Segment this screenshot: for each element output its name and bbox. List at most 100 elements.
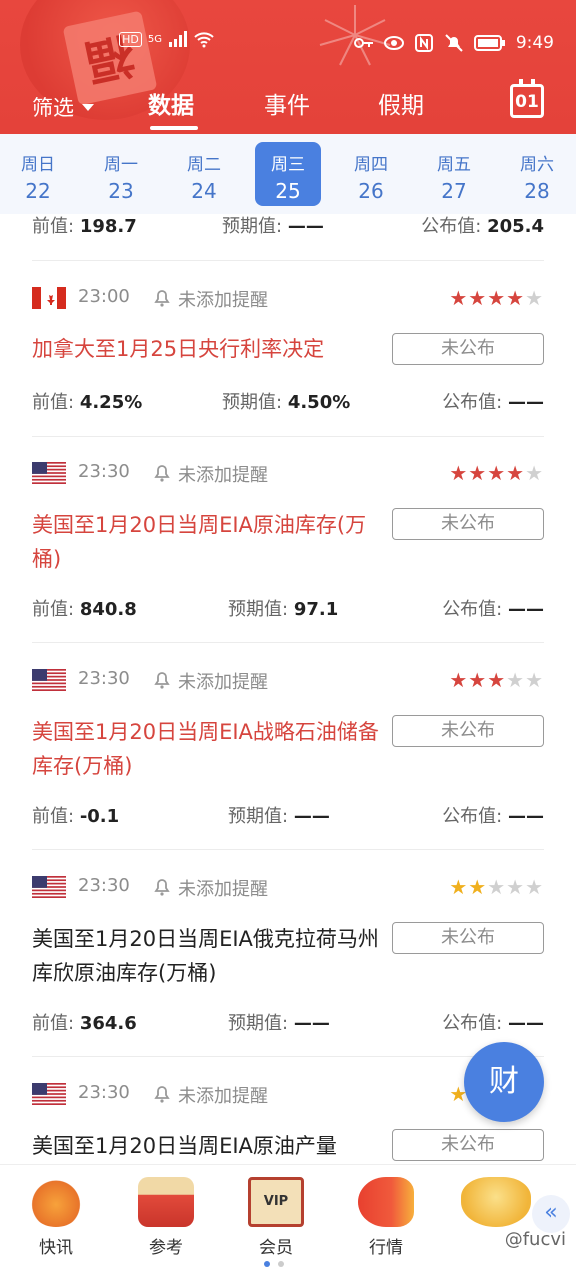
expected-value: —— [293, 1013, 330, 1034]
unpublished-button[interactable]: 未公布 [392, 1129, 544, 1161]
unpublished-button[interactable]: 未公布 [392, 715, 544, 747]
star-icon: ★ [525, 461, 544, 485]
bottom-nav-more[interactable] [456, 1177, 536, 1233]
star-icon: ★ [468, 668, 488, 692]
reminder-label[interactable]: 未添加提醒 [178, 1082, 268, 1108]
published-value: —— [508, 806, 544, 827]
prev-value: -0.1 [79, 806, 120, 827]
gold-ingot-icon [461, 1177, 531, 1227]
star-icon: ★ [449, 668, 469, 692]
expected-value: 4.50% [287, 392, 351, 413]
values-row: 前值: 840.8 预期值: 97.1 公布值: —— [32, 595, 544, 620]
bottom-nav-label: 行情 [369, 1238, 403, 1258]
top-nav: 筛选 数据 事件 假期 01 [0, 79, 576, 130]
prev-label: 前值: [32, 1013, 75, 1034]
status-time: 9:49 [515, 33, 554, 53]
weekday-label: 周四 [354, 155, 388, 175]
tiger-icon [28, 1177, 84, 1227]
prev-label: 前值: [32, 806, 75, 827]
bell-icon[interactable] [152, 1082, 172, 1104]
published-label: 公布值: [442, 599, 503, 620]
event-list[interactable]: 前值: 198.7 预期值: —— 公布值: 205.4 23:00 未添加提醒… [0, 214, 576, 1164]
event-meta: 23:30 未添加提醒 ★★★★★ [32, 873, 544, 901]
event-meta: 23:00 未添加提醒 ★★★★★ [32, 284, 544, 312]
day-sat[interactable]: 周六 28 [504, 142, 570, 206]
star-icon: ★ [449, 875, 469, 899]
nfc-icon [414, 34, 433, 52]
us-flag-icon [32, 1083, 66, 1105]
filter-button[interactable]: 筛选 [32, 92, 94, 122]
bell-icon[interactable] [152, 875, 172, 897]
page-indicator [264, 1261, 284, 1267]
event-title[interactable]: 美国至1月20日当周EIA战略石油储备库存(万桶) [32, 715, 382, 783]
star-icon: ★ [487, 461, 507, 485]
weekday-label: 周一 [104, 155, 138, 175]
star-icon: ★ [487, 875, 507, 899]
active-tab-indicator [150, 126, 198, 130]
watermark-text: @fucvi [504, 1229, 566, 1250]
bell-icon[interactable] [152, 668, 172, 690]
event-time: 23:30 [78, 461, 130, 482]
reminder-label[interactable]: 未添加提醒 [178, 668, 268, 694]
date-label: 28 [524, 179, 550, 203]
bottom-nav-reference[interactable]: 参考 [126, 1177, 206, 1258]
event-title[interactable]: 美国至1月20日当周EIA俄克拉荷马州库欣原油库存(万桶) [32, 922, 382, 990]
divider [32, 260, 544, 261]
bell-icon[interactable] [152, 461, 172, 483]
day-fri[interactable]: 周五 27 [421, 142, 487, 206]
tab-data[interactable]: 数据 [148, 86, 194, 120]
published-label: 公布值: [442, 1013, 503, 1034]
importance-stars: ★★★★★ [449, 461, 544, 485]
mute-bell-icon [445, 34, 463, 52]
bottom-nav-member[interactable]: VIP 会员 [236, 1177, 316, 1258]
tab-events[interactable]: 事件 [264, 86, 310, 120]
bottom-nav-market[interactable]: 行情 [346, 1177, 426, 1258]
published-value: —— [508, 599, 544, 620]
unpublished-button[interactable]: 未公布 [392, 333, 544, 365]
published-label: 公布值: [442, 392, 503, 413]
event-meta: 23:30 未添加提醒 ★★★★★ [32, 666, 544, 694]
event-time: 23:30 [78, 668, 130, 689]
hd-badge: HD [119, 31, 142, 47]
day-thu[interactable]: 周四 26 [338, 142, 404, 206]
bottom-nav-news[interactable]: 快讯 [16, 1177, 96, 1258]
star-icon: ★ [487, 668, 507, 692]
unpublished-button[interactable]: 未公布 [392, 508, 544, 540]
finance-fab-button[interactable]: 财 [464, 1042, 544, 1122]
reminder-label[interactable]: 未添加提醒 [178, 461, 268, 487]
event-title[interactable]: 美国至1月20日当周EIA原油库存(万桶) [32, 508, 382, 576]
divider [32, 436, 544, 437]
collapse-icon[interactable]: « [532, 1195, 570, 1233]
reminder-label[interactable]: 未添加提醒 [178, 286, 268, 312]
expected-value: 预期值: —— [222, 216, 324, 237]
day-sun[interactable]: 周日 22 [5, 142, 71, 206]
bell-icon[interactable] [152, 286, 172, 308]
key-icon [353, 38, 373, 48]
bottom-nav-label: 参考 [149, 1238, 183, 1258]
expected-value: —— [293, 806, 330, 827]
network-5g-label: 5G [147, 33, 162, 45]
calendar-icon[interactable]: 01 [510, 79, 544, 118]
day-tue[interactable]: 周二 24 [171, 142, 237, 206]
star-icon: ★ [506, 461, 526, 485]
filter-label: 筛选 [32, 96, 74, 120]
star-icon: ★ [525, 875, 544, 899]
day-mon[interactable]: 周一 23 [88, 142, 154, 206]
day-wed[interactable]: 周三 25 [255, 142, 321, 206]
reminder-label[interactable]: 未添加提醒 [178, 875, 268, 901]
tab-holidays[interactable]: 假期 [378, 86, 424, 120]
divider [32, 1056, 544, 1057]
published-value: —— [508, 392, 544, 413]
event-title[interactable]: 加拿大至1月25日央行利率决定 [32, 332, 382, 366]
top-header: 福 9:49 HD 5G 筛选 数据 事件 假期 01 [0, 0, 576, 134]
date-label: 26 [358, 179, 384, 203]
published-label: 公布值: [442, 806, 503, 827]
expected-label: 预期值: [222, 392, 283, 413]
date-label: 23 [108, 179, 134, 203]
divider [32, 642, 544, 643]
expected-label: 预期值: [228, 599, 289, 620]
prev-label: 前值: [32, 392, 75, 413]
event-title[interactable]: 美国至1月20日当周EIA原油产量 [32, 1129, 382, 1163]
unpublished-button[interactable]: 未公布 [392, 922, 544, 954]
star-icon: ★ [525, 286, 544, 310]
